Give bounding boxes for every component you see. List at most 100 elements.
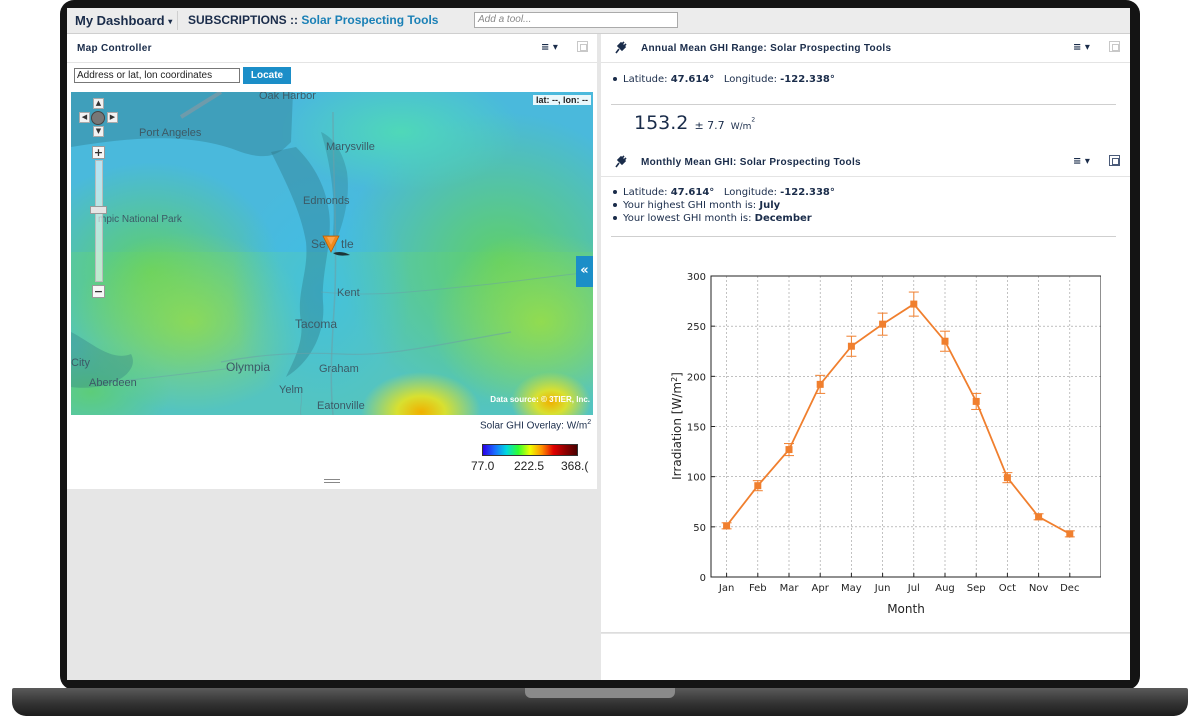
collapse-panel-icon[interactable]: «	[576, 256, 593, 287]
maximize-icon[interactable]	[1109, 155, 1120, 166]
annual-unit-sup: 2	[751, 116, 756, 124]
y-tick-label: 50	[693, 523, 706, 534]
lon-value: -122.338°	[780, 187, 835, 198]
pan-left-icon[interactable]: ◀	[79, 112, 90, 123]
map-place-label: Aberdeen	[89, 377, 137, 389]
pan-right-icon[interactable]: ▶	[107, 112, 118, 123]
y-tick-label: 200	[687, 372, 706, 383]
menu-icon[interactable]: ≡ ▾	[1073, 156, 1090, 167]
map-place-label: mpic National Park	[98, 214, 182, 225]
monthly-ghi-panel: Monthly Mean GHI: Solar Prospecting Tool…	[601, 148, 1130, 632]
x-tick-label: Apr	[812, 583, 830, 594]
x-axis: Jan Feb Mar Apr May Jun Jul Aug Sep Oct Nov Dec	[718, 573, 1079, 594]
lat-value: 47.614°	[670, 74, 715, 85]
monthly-panel-header: Monthly Mean GHI: Solar Prospecting Tool…	[601, 148, 1130, 177]
lowest-label: Your lowest GHI month is:	[623, 213, 755, 224]
map-panel-title: Map Controller	[77, 43, 152, 54]
x-tick-label: Jul	[907, 583, 920, 594]
x-tick-label: Jun	[874, 583, 891, 594]
menu-icon[interactable]: ≡ ▾	[1073, 42, 1090, 53]
globe-icon[interactable]	[91, 111, 105, 125]
map-place-label: Kent	[337, 287, 360, 299]
highest-label: Your highest GHI month is:	[623, 200, 760, 211]
divider	[611, 104, 1116, 105]
x-tick-label: Mar	[780, 583, 800, 594]
map-panel-header: Map Controller ≡ ▾	[67, 34, 597, 63]
map-place-label: Yelm	[279, 384, 304, 396]
map-place-label: Marysville	[326, 141, 375, 153]
latlon-readout: lat: --, lon: --	[533, 95, 591, 105]
map-place-label: Graham	[319, 363, 359, 375]
map-place-label: Oak Harbor	[259, 92, 316, 102]
map-place-label: Tacoma	[295, 317, 338, 331]
dashboard-menu[interactable]: My Dashboard ▾	[75, 13, 172, 28]
add-tool-input[interactable]: Add a tool...	[474, 12, 678, 28]
annual-mean-value: 153.2	[634, 112, 689, 134]
highest-value: July	[759, 200, 781, 211]
breadcrumb-prefix: SUBSCRIPTIONS ::	[188, 13, 302, 27]
y-tick-label: 250	[687, 322, 706, 333]
menu-icon[interactable]: ≡ ▾	[541, 42, 558, 53]
annual-panel-title: Annual Mean GHI Range: Solar Prospecting…	[641, 43, 892, 54]
x-tick-label: May	[841, 583, 862, 594]
plug-icon	[615, 155, 627, 168]
y-axis-label-text: Irradiation [W/m	[670, 382, 684, 480]
y-tick-label: 100	[687, 473, 706, 484]
chevron-down-icon: ▾	[168, 17, 173, 27]
highest-month-line: Your highest GHI month is: July	[613, 200, 780, 211]
overlay-legend-title-text: Solar GHI Overlay: W/m	[480, 420, 588, 432]
lowest-value: December	[754, 213, 812, 224]
maximize-icon[interactable]	[1109, 41, 1120, 52]
data-point	[754, 482, 762, 490]
top-bar: My Dashboard ▾ SUBSCRIPTIONS :: Solar Pr…	[67, 8, 1130, 34]
next-panel-stub	[601, 634, 1130, 680]
map-place-label: City	[71, 357, 90, 369]
overlay-legend-title-sup: 2	[587, 419, 592, 426]
map-view[interactable]: Oak Harbor Port Angeles Marysville Edmon…	[71, 92, 593, 415]
zoom-slider-track[interactable]	[95, 160, 103, 282]
y-axis-label: Irradiation [W/m2]	[670, 372, 685, 480]
zoom-out-button[interactable]: −	[92, 285, 105, 298]
y-axis-label-close: ]	[670, 372, 684, 377]
plot-frame	[710, 275, 1101, 578]
data-point	[879, 320, 887, 328]
bullet-icon	[613, 77, 617, 81]
colorbar-mid-label: 222.5	[514, 459, 545, 473]
address-input[interactable]: Address or lat, lon coordinates	[74, 68, 240, 83]
y-tick-label: 300	[687, 272, 706, 283]
maximize-icon[interactable]	[577, 41, 588, 52]
pan-up-icon[interactable]: ▲	[93, 98, 104, 109]
overlay-legend-title: Solar GHI Overlay: W/m2	[480, 419, 591, 431]
data-source-label: Data source: © 3TIER, Inc.	[490, 395, 590, 404]
data-point	[1066, 530, 1074, 538]
data-point	[816, 380, 824, 388]
x-tick-label: Aug	[935, 583, 955, 594]
series-line	[725, 302, 1071, 535]
zoom-in-button[interactable]: +	[92, 146, 105, 159]
resize-grip-icon[interactable]	[324, 479, 340, 483]
locate-button[interactable]: Locate	[243, 67, 291, 84]
zoom-slider-handle[interactable]	[90, 206, 107, 214]
plug-icon	[615, 41, 627, 54]
lowest-month-line: Your lowest GHI month is: December	[613, 213, 812, 224]
map-place-label: Olympia	[226, 360, 271, 374]
data-point	[910, 300, 918, 308]
annual-ghi-value: 153.2 ± 7.7 W/m2	[634, 112, 755, 134]
breadcrumb-app-link[interactable]: Solar Prospecting Tools	[301, 13, 438, 27]
divider	[611, 236, 1116, 237]
pan-down-icon[interactable]: ▼	[93, 126, 104, 137]
data-point	[847, 342, 855, 350]
map-place-label: Edmonds	[303, 195, 350, 207]
location-marker-icon[interactable]	[321, 233, 351, 259]
x-tick-label: Sep	[967, 583, 986, 594]
colorbar-min-label: 77.0	[471, 459, 495, 473]
breadcrumb: SUBSCRIPTIONS :: Solar Prospecting Tools	[188, 13, 438, 27]
annual-location: Latitude: 47.614° Longitude: -122.338°	[613, 74, 835, 85]
lat-label: Latitude:	[623, 74, 671, 85]
data-point	[785, 446, 793, 454]
laptop-notch	[525, 688, 675, 698]
chart-grid	[711, 276, 1101, 577]
x-tick-label: Nov	[1029, 583, 1049, 594]
x-tick-label: Oct	[999, 583, 1016, 594]
annual-unit: W/m	[730, 122, 752, 132]
